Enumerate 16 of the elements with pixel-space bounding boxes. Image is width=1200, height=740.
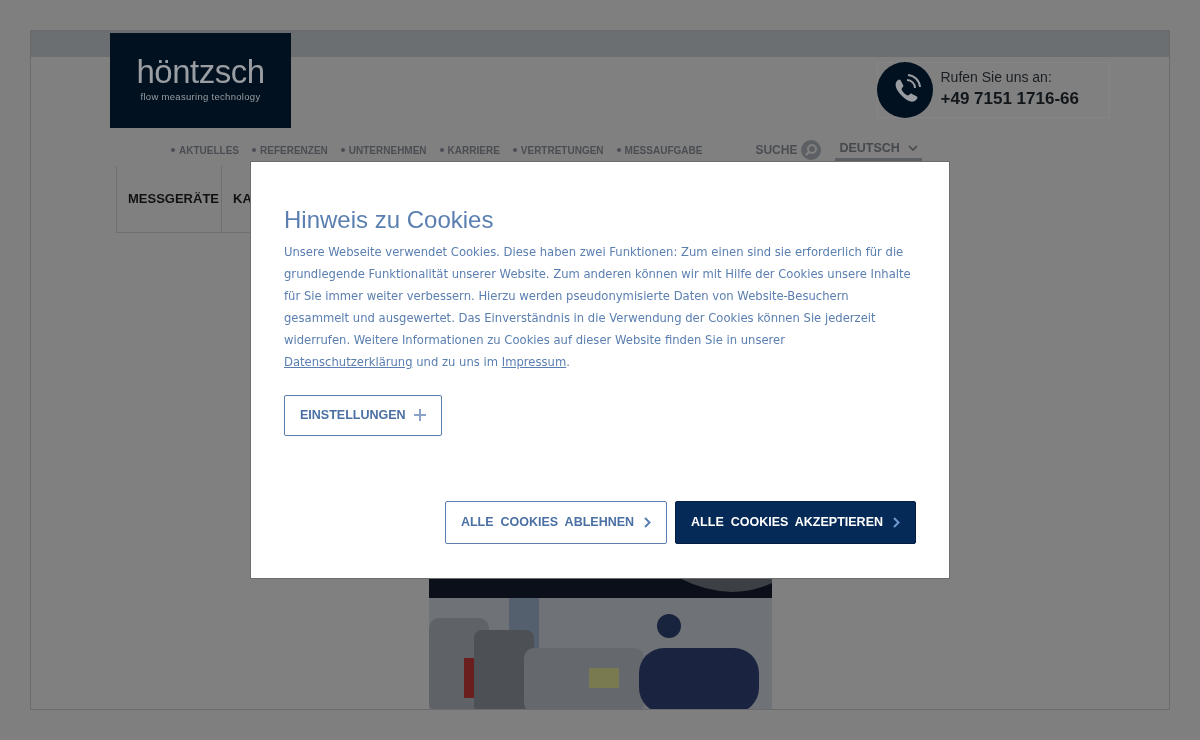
text-link[interactable]: Datenschutzerklärung [284, 354, 413, 369]
settings-button[interactable]: EINSTELLUNGEN [284, 394, 442, 436]
phone-icon [876, 62, 933, 118]
plus-icon [413, 409, 426, 422]
search-icon [801, 140, 822, 160]
chevron-right-icon [644, 517, 652, 529]
dialog-title: Hinweis zu Cookies [284, 206, 495, 235]
contact-label: Rufen Sie uns an: [940, 68, 1053, 86]
phone-number[interactable]: +49 7151 1716-66 [940, 85, 1079, 112]
reject-button[interactable]: ALLE COOKIES ABLEHNEN [444, 501, 668, 544]
menu-tab[interactable]: MESSGERÄTE [116, 166, 222, 233]
logo[interactable]: höntzsch flow measuring technology [110, 33, 291, 128]
chevron-right-icon [893, 517, 900, 529]
chevron-down-icon [907, 145, 918, 151]
accept-button[interactable]: ALLE COOKIES AKZEPTIEREN [675, 501, 916, 544]
cookie-notice-text: Unsere Webseite verwendet Cookies. Diese haben zwei Funktionen: Zum einen sind sie erforderlich für die grundlegende Funktionalität unserer Website. Zum anderen können wir mit Hilfe der Cookies unsere Inhalte für Sie immer weiter verbessern. Hierzu werden pseudonymisierte Daten von Website-Besuchern gesammelt und ausgewertet. Das Einverständnis in die Verwendung der Cookies können Sie jederzeit widerrufen. Weitere Informationen zu Cookies auf dieser Website finden Sie in unserer Datenschutzerklärung und zu uns im Impressum. [284, 243, 912, 371]
